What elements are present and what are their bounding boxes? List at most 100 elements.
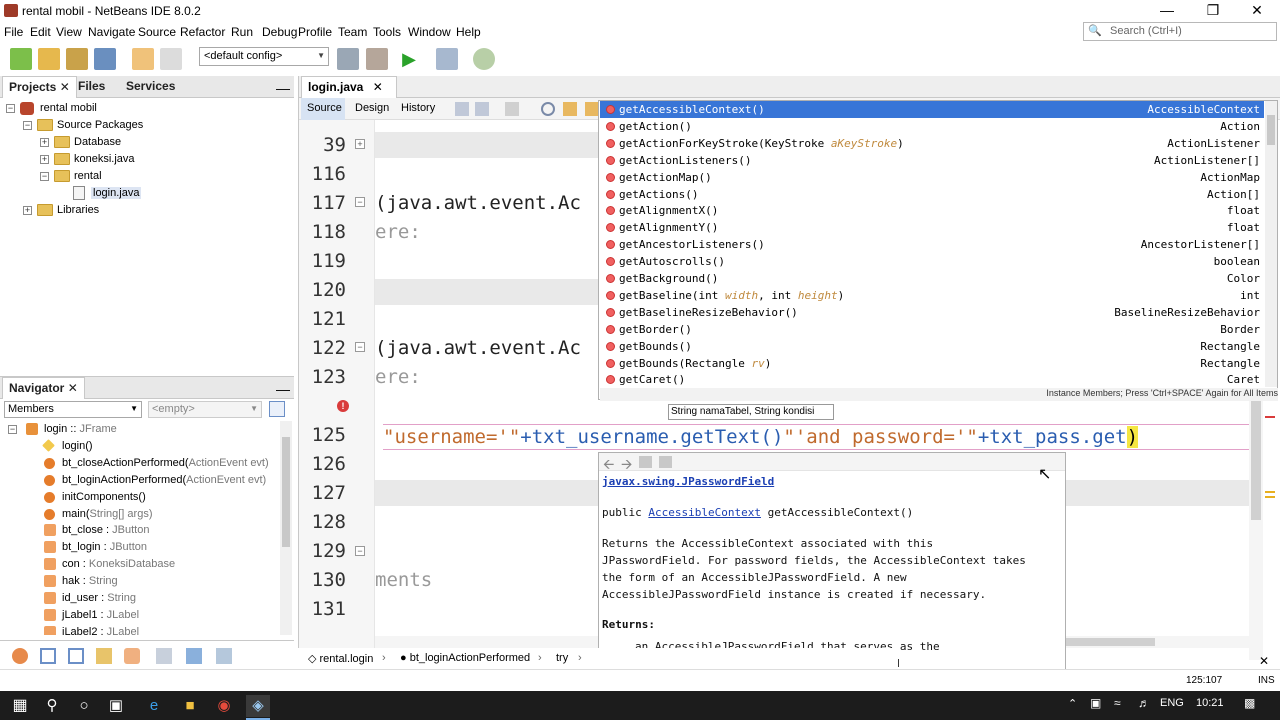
completion-item[interactable]: getBaselineResizeBehavior() BaselineResiz… — [600, 304, 1264, 321]
clean-build-icon[interactable] — [366, 48, 388, 70]
navigator-item[interactable]: con : KoneksiDatabase — [0, 556, 280, 573]
breadcrumb-item[interactable]: ● bt_loginActionPerformed — [400, 652, 530, 664]
navigator-item[interactable]: jLabel2 : JLabel — [0, 624, 280, 635]
tab-files[interactable]: Files — [72, 76, 111, 98]
completion-item[interactable]: getAncestorListeners() AncestorListener[] — [600, 236, 1264, 253]
code-line[interactable]: (java.awt.event.Ac — [375, 192, 581, 214]
lock-icon[interactable] — [96, 648, 112, 664]
code-line-125[interactable]: "username='"+txt_username.getText()"'and… — [383, 424, 1249, 450]
subtab-design[interactable]: Design — [349, 98, 393, 120]
search-icon[interactable]: ⚲ — [40, 695, 64, 717]
config-select[interactable]: <default config> ▼ — [199, 47, 329, 66]
completion-scrollbar[interactable] — [1265, 101, 1277, 387]
completion-item[interactable]: getCaret() Caret — [600, 371, 1264, 387]
network-icon[interactable]: ▣ — [1090, 696, 1101, 710]
warning-marker[interactable] — [1265, 491, 1275, 493]
redo-icon[interactable] — [160, 48, 182, 70]
debug-icon[interactable] — [436, 48, 458, 70]
build-icon[interactable] — [337, 48, 359, 70]
new-project-icon[interactable] — [38, 48, 60, 70]
profile-icon[interactable] — [473, 48, 495, 70]
navigator-item[interactable]: initComponents() — [0, 489, 280, 506]
find-next-icon[interactable] — [585, 102, 599, 116]
tab-projects[interactable]: Projects ✕ — [2, 76, 77, 98]
minimize-panel-icon[interactable]: — — [276, 381, 290, 397]
menu-item-tools[interactable]: Tools — [373, 25, 401, 39]
netbeans-taskbar-icon[interactable]: ◈ — [246, 695, 270, 717]
show-fields-icon[interactable] — [40, 648, 56, 664]
completion-item[interactable]: getActions() Action[] — [600, 186, 1264, 203]
menu-item-source[interactable]: Source — [138, 25, 176, 39]
search-field[interactable]: 🔍 Search (Ctrl+I) — [1083, 22, 1277, 41]
menu-item-view[interactable]: View — [56, 25, 82, 39]
completion-item[interactable]: getAccessibleContext() AccessibleContext — [600, 101, 1264, 118]
menu-item-debug[interactable]: Debug — [262, 25, 297, 39]
navigator-scrollbar[interactable] — [280, 421, 292, 635]
volume-icon[interactable]: ♬ — [1138, 696, 1150, 710]
subtab-history[interactable]: History — [397, 98, 441, 120]
tab-services[interactable]: Services — [120, 76, 181, 98]
code-line[interactable]: ere: — [375, 221, 421, 243]
find-icon[interactable] — [541, 102, 555, 116]
restore-button[interactable]: ❐ — [1190, 0, 1236, 22]
sort-name-icon[interactable] — [156, 648, 172, 664]
menu-item-refactor[interactable]: Refactor — [180, 25, 225, 39]
language-indicator[interactable]: ENG — [1160, 697, 1184, 709]
expand-toggle-icon[interactable]: + — [40, 138, 49, 147]
menu-item-file[interactable]: File — [4, 25, 23, 39]
cortana-icon[interactable]: ○ — [72, 695, 96, 717]
windows-start-icon[interactable]: ▦ — [8, 695, 32, 717]
code-line[interactable]: ere: — [375, 366, 421, 388]
navigator-view-icon[interactable] — [269, 401, 285, 417]
warning-marker[interactable] — [1265, 496, 1275, 498]
new-file-icon[interactable] — [10, 48, 32, 70]
fold-icon[interactable]: − — [355, 197, 365, 207]
menu-item-run[interactable]: Run — [231, 25, 253, 39]
completion-item[interactable]: getAlignmentX() float — [600, 202, 1264, 219]
goto-source-icon[interactable] — [659, 456, 672, 468]
expand-toggle-icon[interactable]: − — [23, 121, 32, 130]
members-filter-select[interactable]: Members ▼ — [4, 401, 142, 418]
code-line[interactable]: (java.awt.event.Ac — [375, 337, 581, 359]
edge-browser-icon[interactable]: e — [142, 695, 166, 717]
navigator-item[interactable]: bt_closeActionPerformed(ActionEvent evt) — [0, 455, 280, 472]
expand-toggle-icon[interactable]: − — [8, 425, 17, 434]
sort-source-icon[interactable] — [186, 648, 202, 664]
completion-item[interactable]: getAlignmentY() float — [600, 219, 1264, 236]
chevron-up-icon[interactable]: ⌃ — [1068, 697, 1077, 710]
completion-item[interactable]: getActionMap() ActionMap — [600, 169, 1264, 186]
expand-toggle-icon[interactable]: + — [23, 206, 32, 215]
subtab-source[interactable]: Source — [301, 98, 345, 120]
open-in-browser-icon[interactable] — [639, 456, 652, 468]
tab-login-java[interactable]: login.java ✕ — [301, 76, 397, 98]
tree-item[interactable]: − rental — [0, 168, 294, 185]
tree-item[interactable]: + Libraries — [0, 202, 294, 219]
menu-item-profile[interactable]: Profile — [298, 25, 332, 39]
navigator-item[interactable]: bt_login : JButton — [0, 539, 280, 556]
menu-item-help[interactable]: Help — [456, 25, 481, 39]
minimize-button[interactable]: — — [1144, 0, 1190, 22]
menu-item-window[interactable]: Window — [408, 25, 451, 39]
completion-item[interactable]: getBounds(Rectangle rv) Rectangle — [600, 355, 1264, 372]
undo-icon[interactable] — [132, 48, 154, 70]
completion-item[interactable]: getAction() Action — [600, 118, 1264, 135]
fold-icon[interactable]: + — [355, 139, 365, 149]
show-inner-icon[interactable] — [124, 648, 140, 664]
expand-toggle-icon[interactable]: − — [6, 104, 15, 113]
tree-item[interactable]: login.java — [0, 185, 294, 202]
navigator-item[interactable]: main(String[] args) — [0, 506, 280, 523]
tree-item[interactable]: + koneksi.java — [0, 151, 294, 168]
completion-item[interactable]: getActionListeners() ActionListener[] — [600, 152, 1264, 169]
navigator-item[interactable]: − login :: JFrame — [0, 421, 280, 438]
menu-item-navigate[interactable]: Navigate — [88, 25, 135, 39]
open-project-icon[interactable] — [66, 48, 88, 70]
menu-item-edit[interactable]: Edit — [30, 25, 51, 39]
show-inherited-icon[interactable] — [12, 648, 28, 664]
back-icon[interactable] — [455, 102, 469, 116]
completion-item[interactable]: getBaseline(int width, int height) int — [600, 287, 1264, 304]
breadcrumb-item[interactable]: try — [556, 652, 568, 664]
close-icon[interactable]: ✕ — [1259, 654, 1269, 668]
error-marker[interactable] — [1265, 416, 1275, 418]
chrome-icon[interactable]: ◉ — [212, 695, 236, 717]
navigator-item[interactable]: hak : String — [0, 573, 280, 590]
